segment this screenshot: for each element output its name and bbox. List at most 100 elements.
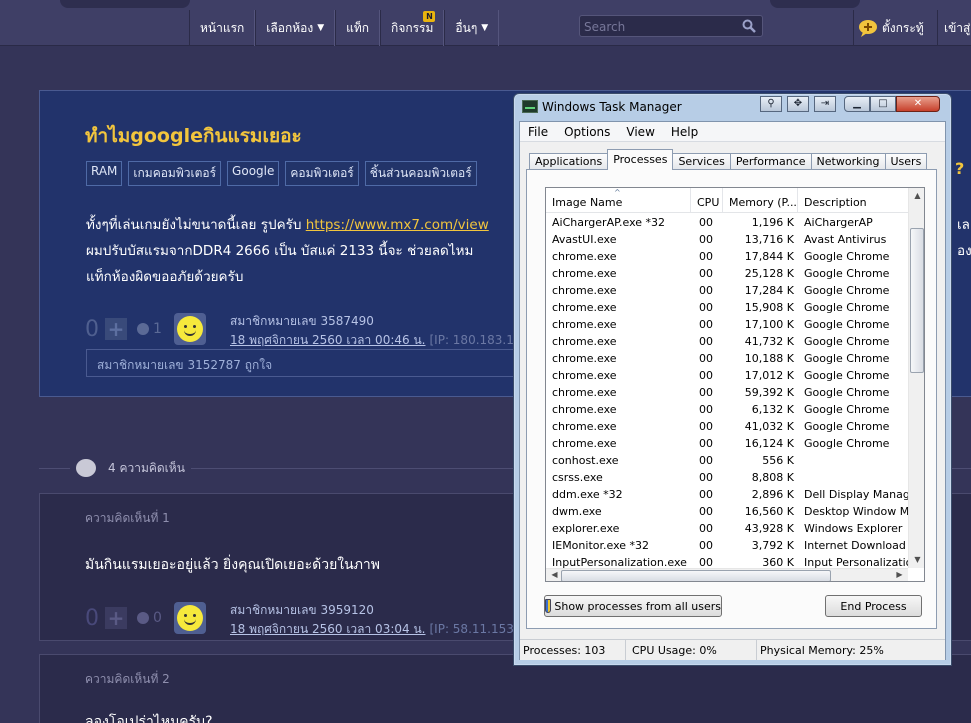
post-time[interactable]: 18 พฤศจิกายน 2560 เวลา 03:04 น. <box>230 622 425 636</box>
post-topic-button[interactable]: ตั้งกระทู้ <box>853 10 937 46</box>
nav-activities[interactable]: กิจกรรม N <box>380 10 445 46</box>
author-name[interactable]: สมาชิกหมายเลข 3959120 <box>230 601 538 620</box>
process-description <box>798 469 908 486</box>
process-description: Google Chrome <box>804 420 890 433</box>
nav-more[interactable]: อื่นๆ ▼ <box>444 10 500 46</box>
scroll-up-icon[interactable]: ▲ <box>909 191 924 200</box>
column-label: Image Name <box>552 196 623 209</box>
nav-choose-room[interactable]: เลือกห้อง ▼ <box>255 10 336 46</box>
scroll-thumb[interactable] <box>910 228 924 373</box>
tag[interactable]: RAM <box>86 161 123 186</box>
tab-processes[interactable]: Processes <box>607 149 674 170</box>
column-memory[interactable]: Memory (P... <box>723 188 798 212</box>
avatar[interactable] <box>173 313 206 345</box>
process-cpu: 00 <box>699 522 713 535</box>
tab-applications[interactable]: Applications <box>529 153 609 170</box>
process-row[interactable]: ddm.exe *32 00 2,896 K Dell Display Manager <box>546 486 908 503</box>
menu-help[interactable]: Help <box>663 122 706 141</box>
process-memory: 41,732 K <box>744 335 794 348</box>
horizontal-scrollbar[interactable]: ◀ ▶ <box>546 568 908 581</box>
scroll-down-icon[interactable]: ▼ <box>909 555 924 564</box>
menu-options[interactable]: Options <box>556 122 618 141</box>
show-all-processes-button[interactable]: Show processes from all users <box>544 595 722 617</box>
process-memory: 25,128 K <box>744 267 794 280</box>
tag[interactable]: คอมพิวเตอร์ <box>285 161 359 186</box>
scroll-right-icon[interactable]: ▶ <box>891 570 908 579</box>
plus-vote-button[interactable]: + <box>105 607 127 629</box>
post-time[interactable]: 18 พฤศจิกายน 2560 เวลา 00:46 น. <box>230 333 425 347</box>
emotion-count: 1 <box>153 321 162 337</box>
search-input[interactable] <box>580 17 735 37</box>
column-description[interactable]: Description <box>798 188 908 212</box>
vertical-scrollbar[interactable]: ▲ ▼ <box>908 188 924 568</box>
process-row[interactable]: AvastUI.exe 00 13,716 K Avast Antivirus <box>546 231 908 248</box>
process-row[interactable]: chrome.exe 00 17,012 K Google Chrome <box>546 367 908 384</box>
search-icon[interactable] <box>742 19 756 33</box>
smiley-icon <box>176 316 203 342</box>
process-cpu: 00 <box>699 403 713 416</box>
nav-home[interactable]: หน้าแรก <box>189 10 256 46</box>
nav-tags[interactable]: แท็ก <box>335 10 381 46</box>
title-bar[interactable]: Windows Task Manager ⚲ ✥ ⇥ ▁ □ ✕ <box>514 94 951 118</box>
tag[interactable]: เกมคอมพิวเตอร์ <box>128 161 222 186</box>
process-memory: 41,032 K <box>744 420 794 433</box>
status-processes: Processes: 103 <box>520 640 626 660</box>
process-name: chrome.exe <box>552 420 617 433</box>
tag[interactable]: ชิ้นส่วนคอมพิวเตอร์ <box>364 161 477 186</box>
process-row[interactable]: dwm.exe 00 16,560 K Desktop Window Man <box>546 503 908 520</box>
column-cpu[interactable]: CPU <box>691 188 723 212</box>
process-row[interactable]: chrome.exe 00 15,908 K Google Chrome <box>546 299 908 316</box>
minimize-button[interactable]: ▁ <box>844 96 870 112</box>
tab-users[interactable]: Users <box>884 153 928 170</box>
process-row[interactable]: chrome.exe 00 17,844 K Google Chrome <box>546 248 908 265</box>
process-memory: 8,808 K <box>751 471 794 484</box>
process-description: Google Chrome <box>804 284 890 297</box>
process-description: Internet Download M <box>804 539 908 552</box>
tab-services[interactable]: Services <box>672 153 731 170</box>
process-row[interactable]: explorer.exe 00 43,928 K Windows Explorer <box>546 520 908 537</box>
tab-performance[interactable]: Performance <box>729 153 812 170</box>
help-icon[interactable]: ? <box>955 159 964 178</box>
author-name[interactable]: สมาชิกหมายเลข 3587490 <box>230 312 541 331</box>
image-link[interactable]: https://www.mx7.com/view <box>306 217 489 233</box>
scroll-thumb[interactable] <box>561 570 831 581</box>
avatar[interactable] <box>173 602 206 634</box>
process-memory: 15,908 K <box>744 301 794 314</box>
process-row[interactable]: chrome.exe 00 17,284 K Google Chrome <box>546 282 908 299</box>
process-row[interactable]: chrome.exe 00 25,128 K Google Chrome <box>546 265 908 282</box>
process-row[interactable]: csrss.exe 00 8,808 K <box>546 469 908 486</box>
plus-vote-button[interactable]: + <box>105 318 127 340</box>
pin-icon[interactable]: ⚲ <box>760 96 782 112</box>
process-row[interactable]: AiChargerAP.exe *32 00 1,196 K AiChargerAP <box>546 214 908 231</box>
emotion-icon[interactable] <box>137 323 149 335</box>
window-switch-icon[interactable]: ⇥ <box>814 96 836 112</box>
process-cpu: 00 <box>699 471 713 484</box>
tab-networking[interactable]: Networking <box>810 153 886 170</box>
emotion-icon[interactable] <box>137 612 149 624</box>
process-row[interactable]: chrome.exe 00 10,188 K Google Chrome <box>546 350 908 367</box>
button-label: End Process <box>840 599 907 613</box>
process-row[interactable]: chrome.exe 00 41,032 K Google Chrome <box>546 418 908 435</box>
process-row[interactable]: conhost.exe 00 556 K <box>546 452 908 469</box>
login-link[interactable]: เข้าสู่ระบบ <box>937 10 971 46</box>
tag[interactable]: Google <box>227 161 280 186</box>
column-image-name[interactable]: ^ Image Name <box>546 188 691 212</box>
close-button[interactable]: ✕ <box>896 96 940 112</box>
process-row[interactable]: chrome.exe 00 41,732 K Google Chrome <box>546 333 908 350</box>
maximize-button[interactable]: □ <box>870 96 896 112</box>
process-row[interactable]: IEMonitor.exe *32 00 3,792 K Internet Downl… <box>546 537 908 554</box>
process-memory: 2,896 K <box>751 488 794 501</box>
process-row[interactable]: chrome.exe 00 17,100 K Google Chrome <box>546 316 908 333</box>
caret-down-icon: ▼ <box>481 23 489 33</box>
process-row[interactable]: chrome.exe 00 59,392 K Google Chrome <box>546 384 908 401</box>
process-description: Google Chrome <box>804 386 890 399</box>
process-name: chrome.exe <box>552 352 617 365</box>
process-row[interactable]: chrome.exe 00 16,124 K Google Chrome <box>546 435 908 452</box>
end-process-button[interactable]: End Process <box>825 595 922 617</box>
move-icon[interactable]: ✥ <box>787 96 809 112</box>
process-row[interactable]: chrome.exe 00 6,132 K Google Chrome <box>546 401 908 418</box>
topic-body-text: ทั้งๆที่เล่นเกมยังไม่ขนาดนี้เลย รูปครับ <box>86 217 306 233</box>
tab-strip: Applications Processes Services Performa… <box>529 149 928 170</box>
menu-view[interactable]: View <box>618 122 662 141</box>
menu-file[interactable]: File <box>520 122 556 141</box>
